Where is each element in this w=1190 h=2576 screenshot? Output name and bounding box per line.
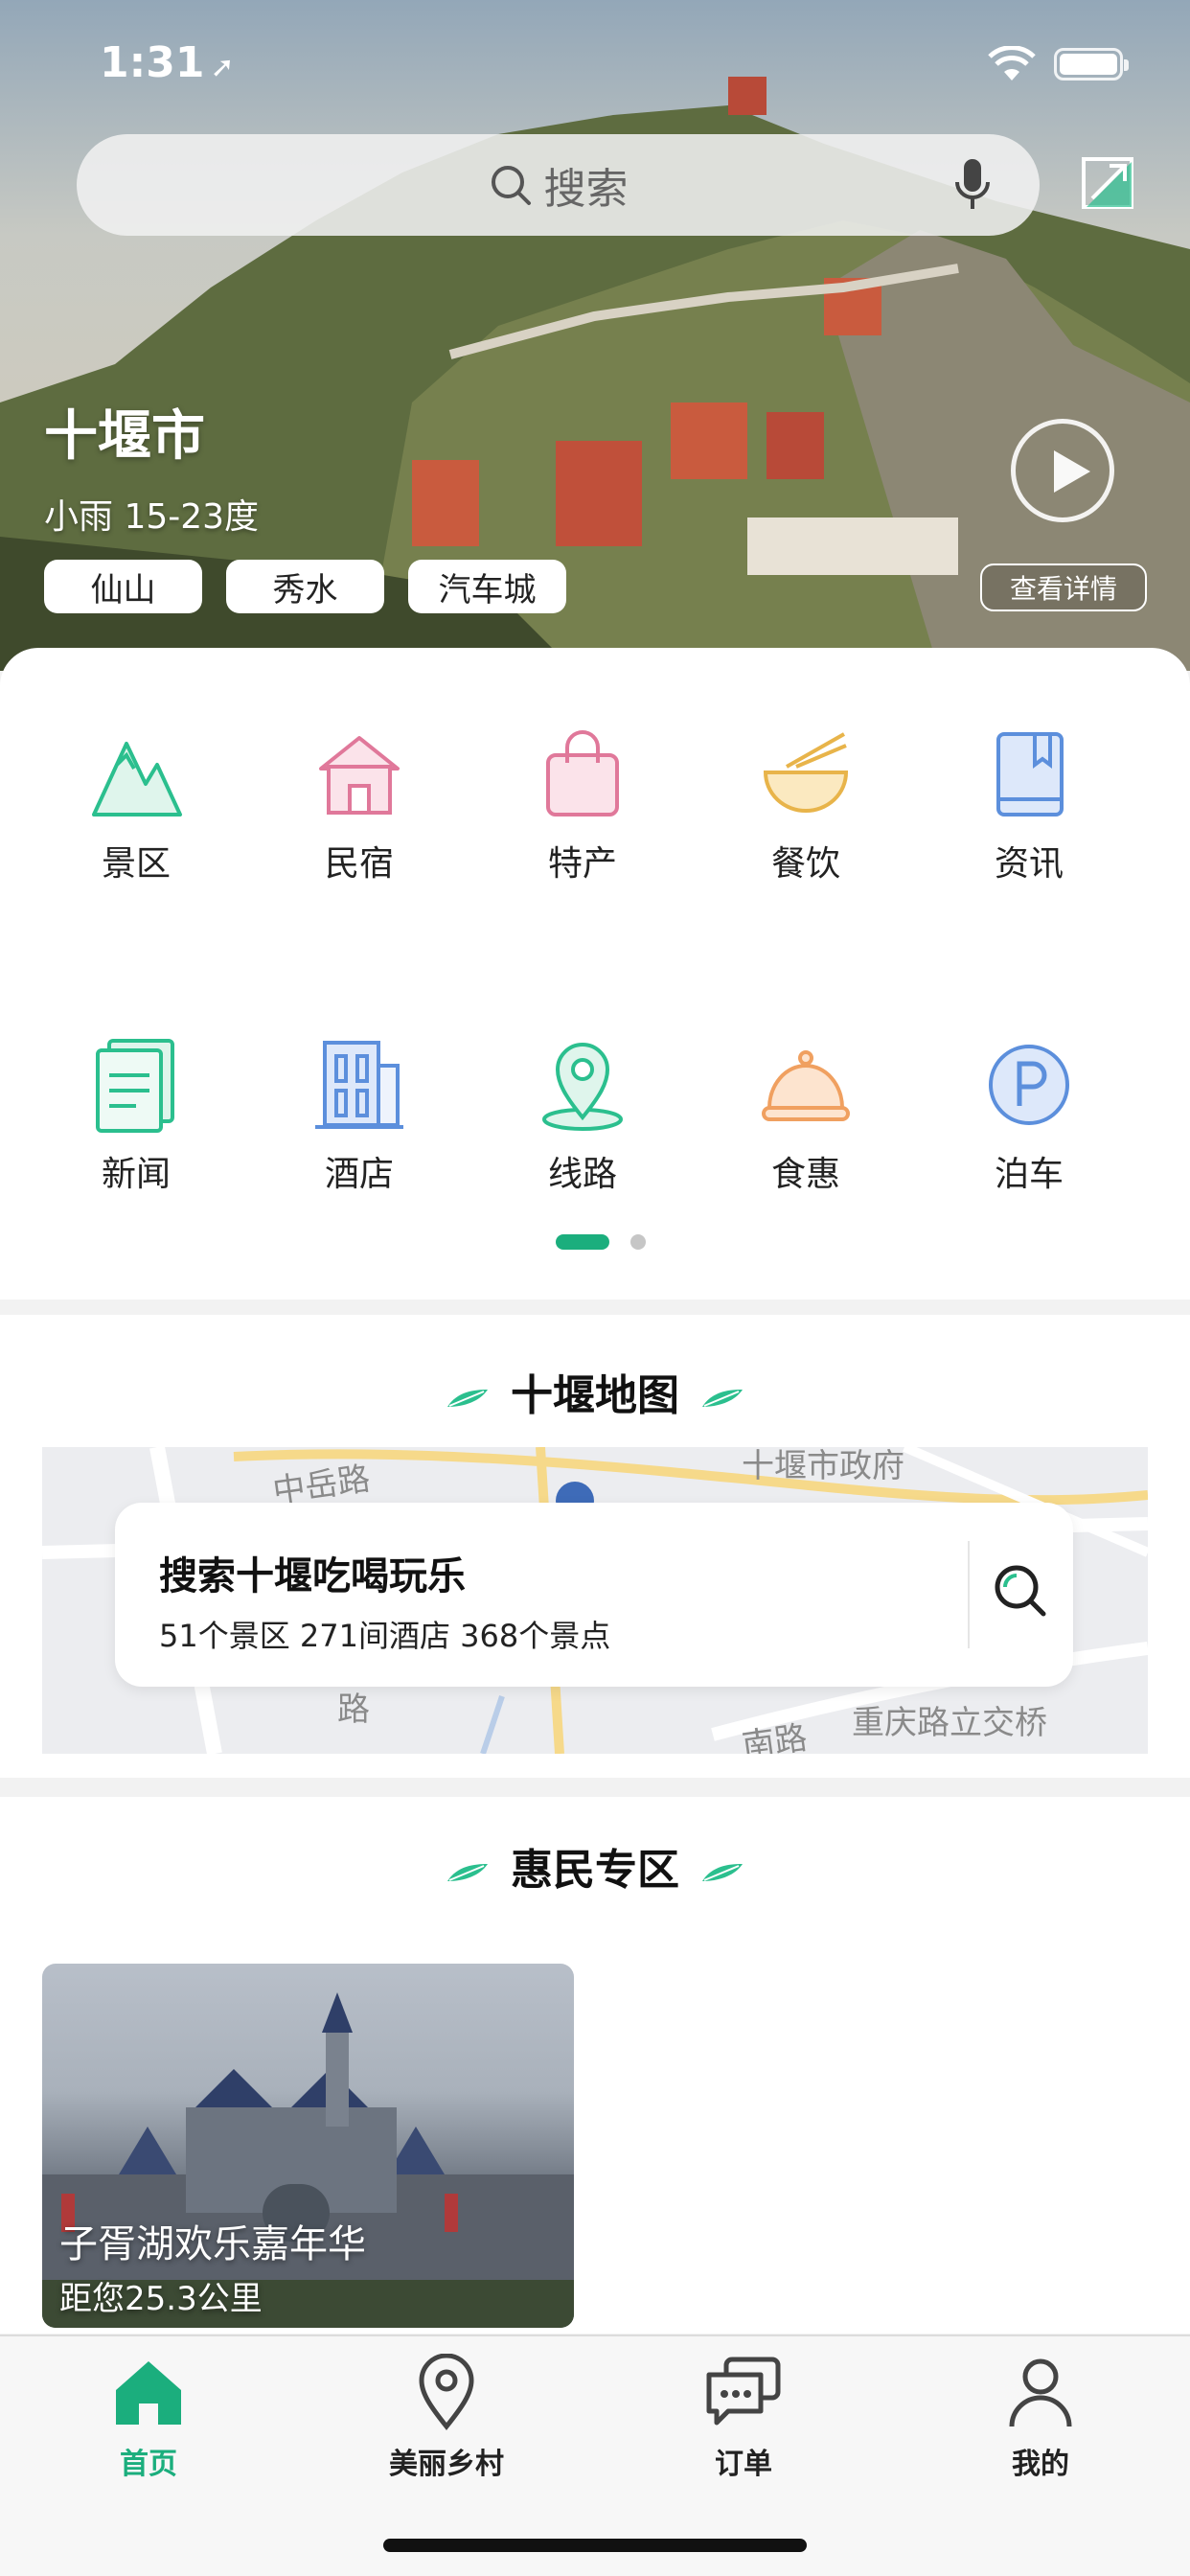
parking-icon [989,1045,1069,1125]
hero-tags: 仙山 秀水 汽车城 [44,560,566,613]
category-food-deals[interactable]: 食惠 [729,1037,882,1196]
view-details-button[interactable]: 查看详情 [980,564,1147,611]
share-icon[interactable] [1081,156,1134,210]
chat-bubbles-icon [706,2357,781,2426]
location-arrow-icon: ➚ [210,51,235,84]
search-icon [491,166,531,205]
category-hotel[interactable]: 酒店 [283,1037,436,1196]
page-dot-active[interactable] [556,1234,609,1250]
tag-qichecheng[interactable]: 汽车城 [408,560,566,613]
food-cloche-icon [762,1050,850,1121]
tag-xiushui[interactable]: 秀水 [226,560,384,613]
wifi-icon [988,46,1036,80]
tab-profile[interactable]: 我的 [945,2354,1136,2482]
mountain-icon [92,742,182,816]
tab-beautiful-village[interactable]: 美丽乡村 [351,2354,542,2482]
category-specialty[interactable]: 特产 [506,726,659,886]
promo-section-title: 惠民专区 [0,1835,1190,1897]
status-time: 1:31 ➚ [100,38,235,87]
map-section-title: 十堰地图 [0,1361,1190,1422]
search-bar[interactable]: 搜索 [77,134,1040,236]
category-parking[interactable]: 泊车 [952,1037,1106,1196]
home-icon [116,2361,181,2425]
promo-section: 惠民专区 子胥湖欢乐嘉年华 距您25.3公里 [0,1797,1190,2334]
battery-icon [1054,48,1129,80]
map-section: 十堰地图 中岳路 十堰市政府 重庆路立交桥 南路 路 搜索十堰吃喝玩乐 51个景… [0,1315,1190,1778]
leaf-decoration-icon [447,1390,488,1407]
map-label: 路 [337,1690,370,1729]
tab-home[interactable]: 首页 [53,2354,244,2482]
map-card-title: 搜索十堰吃喝玩乐 [159,1554,466,1598]
divider [968,1541,970,1648]
location-pin-icon [542,1043,623,1131]
map-label: 重庆路立交桥 [852,1704,1047,1742]
category-news[interactable]: 新闻 [59,1037,213,1196]
user-icon [1009,2358,1072,2427]
location-pin-icon [419,2354,474,2430]
category-dining[interactable]: 餐饮 [729,726,882,886]
home-indicator[interactable] [383,2539,807,2552]
search-placeholder: 搜索 [543,165,629,214]
shopping-bag-icon [546,730,619,816]
tag-xianshan[interactable]: 仙山 [44,560,202,613]
weather-text: 小雨 15-23度 [44,497,260,537]
microphone-icon[interactable] [953,157,992,213]
leaf-decoration-icon [447,1864,488,1881]
category-grid: 景区 民宿 特产 餐饮 资讯 新闻 酒店 线路 食惠 泊车 [0,648,1190,1300]
city-name: 十堰市 [44,405,205,468]
noodle-bowl-icon [763,732,849,813]
map-card-stats: 51个景区 271间酒店 368个景点 [159,1618,611,1654]
house-icon [319,736,400,815]
clipboard-icon [96,1039,174,1133]
leaf-decoration-icon [702,1864,743,1881]
map-search-card[interactable]: 搜索十堰吃喝玩乐 51个景区 271间酒店 368个景点 [115,1503,1073,1687]
promo-item-distance: 距您25.3公里 [59,2280,263,2318]
category-scenic[interactable]: 景区 [59,726,213,886]
leaf-decoration-icon [702,1390,743,1407]
promo-card[interactable]: 子胥湖欢乐嘉年华 距您25.3公里 [42,1964,574,2328]
play-video-button[interactable] [1011,419,1114,522]
category-routes[interactable]: 线路 [506,1037,659,1196]
map-label: 十堰市政府 [742,1447,904,1485]
book-icon [996,732,1064,816]
hero-banner: 1:31 ➚ 搜索 十堰市 小雨 15-23度 仙山 秀水 汽车城 查看详情 [0,0,1190,671]
page-dot[interactable] [630,1234,646,1250]
map-view[interactable]: 中岳路 十堰市政府 重庆路立交桥 南路 路 搜索十堰吃喝玩乐 51个景区 271… [42,1447,1148,1754]
category-info[interactable]: 资讯 [952,726,1106,886]
category-homestay[interactable]: 民宿 [283,726,436,886]
promo-item-name: 子胥湖欢乐嘉年华 [59,2222,366,2266]
tab-orders[interactable]: 订单 [648,2354,839,2482]
hotel-building-icon [315,1041,403,1129]
page-indicator [556,1234,646,1250]
search-icon[interactable] [990,1560,1051,1622]
